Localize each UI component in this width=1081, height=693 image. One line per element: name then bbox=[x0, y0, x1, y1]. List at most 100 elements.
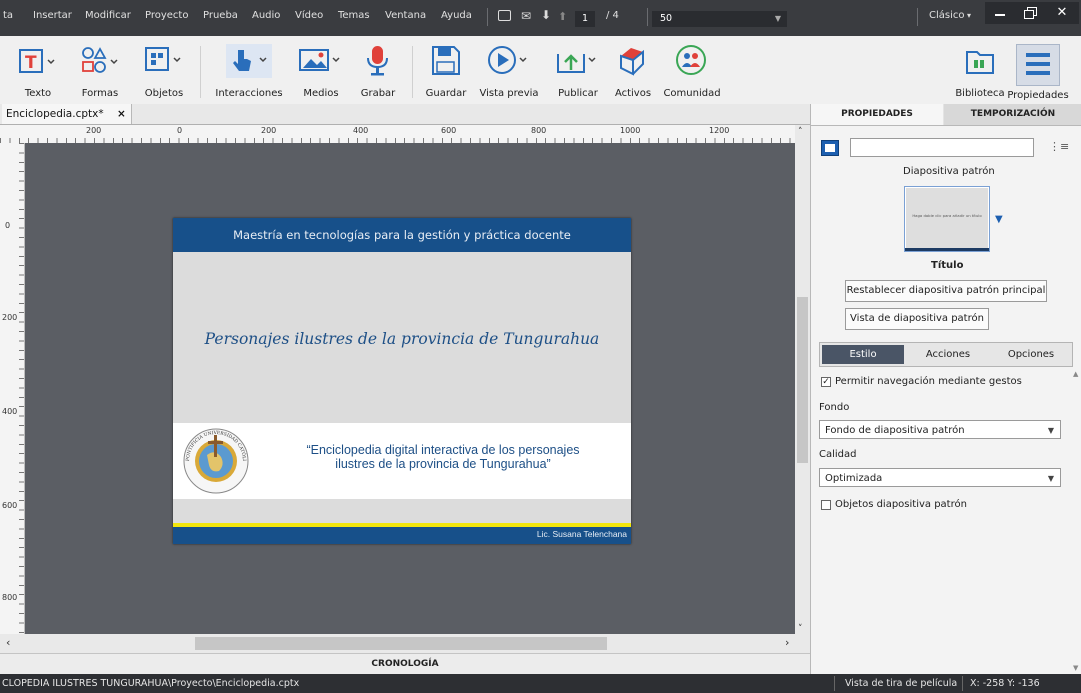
document-tab[interactable]: Enciclopedia.cptx* × bbox=[2, 104, 132, 124]
save-button[interactable]: Guardar bbox=[426, 44, 466, 99]
slide-color-swatch[interactable] bbox=[821, 140, 839, 156]
objects-button[interactable]: Objetos bbox=[144, 44, 184, 99]
slide-header[interactable]: Maestría en tecnologías para la gestión … bbox=[173, 218, 631, 252]
menu-insertar[interactable]: Insertar bbox=[33, 10, 72, 21]
quality-select[interactable]: Optimizada ▼ bbox=[819, 468, 1061, 487]
text-button[interactable]: T Texto bbox=[18, 44, 58, 99]
menu-separator bbox=[487, 8, 488, 26]
media-button[interactable]: Medios bbox=[298, 44, 344, 99]
publish-icon bbox=[557, 54, 596, 73]
menu-temas[interactable]: Temas bbox=[338, 10, 370, 21]
menu-proyecto[interactable]: Proyecto bbox=[145, 10, 188, 21]
status-bar: CLOPEDIA ILUSTRES TUNGURAHUA\Proyecto\En… bbox=[0, 674, 1081, 693]
close-button[interactable]: ✕ bbox=[1045, 2, 1079, 24]
timeline-toggle[interactable]: CRONOLOGÍA bbox=[0, 653, 810, 675]
main-toolbar: T Texto Formas Objetos Interacciones Med… bbox=[0, 36, 1081, 105]
ruler-label: 400 bbox=[353, 126, 369, 135]
zoom-value: 50 bbox=[660, 13, 673, 24]
reset-master-button[interactable]: Restablecer diapositiva patrón principal bbox=[845, 280, 1047, 302]
menu-audio[interactable]: Audio bbox=[252, 10, 280, 21]
assets-button[interactable]: Activos bbox=[615, 44, 651, 99]
scroll-left-icon[interactable]: ‹ bbox=[6, 636, 10, 649]
document-tab-name: Enciclopedia.cptx* bbox=[6, 108, 104, 120]
master-thumbnail[interactable]: Haga doble clic para añadir un título bbox=[904, 186, 990, 252]
scroll-up-icon[interactable]: ▲ bbox=[1073, 370, 1078, 378]
menu-video[interactable]: Vídeo bbox=[295, 10, 323, 21]
slide-footer: Lic. Susana Telenchana bbox=[173, 527, 631, 544]
scroll-up-icon[interactable]: ˄ bbox=[798, 127, 803, 137]
arrow-down-icon[interactable]: ⬇ bbox=[541, 8, 551, 22]
interactions-button[interactable]: Interacciones bbox=[215, 44, 283, 99]
file-path: CLOPEDIA ILUSTRES TUNGURAHUA\Proyecto\En… bbox=[2, 678, 300, 689]
ruler-label: 200 bbox=[86, 126, 102, 135]
zoom-select[interactable]: 50 ▼ bbox=[652, 11, 787, 27]
vertical-scroll-thumb[interactable] bbox=[797, 297, 808, 463]
slide-name-input[interactable] bbox=[850, 138, 1034, 157]
tab-style[interactable]: Estilo bbox=[822, 345, 904, 364]
status-separator bbox=[962, 676, 963, 691]
master-objects-checkbox[interactable] bbox=[821, 500, 831, 510]
menu-ventana[interactable]: Ventana bbox=[385, 10, 426, 21]
background-select[interactable]: Fondo de diapositiva patrón ▼ bbox=[819, 420, 1061, 439]
scroll-right-icon[interactable]: › bbox=[785, 636, 789, 649]
hand-pointer-icon bbox=[233, 50, 267, 71]
publish-button[interactable]: Publicar bbox=[555, 44, 601, 99]
mail-icon[interactable]: ✉ bbox=[521, 9, 531, 23]
chevron-down-icon[interactable]: ▾ bbox=[967, 11, 971, 20]
filmstrip-view-status[interactable]: Vista de tira de película bbox=[845, 674, 957, 693]
ruler-label: 0 bbox=[5, 221, 11, 230]
scroll-down-icon[interactable]: ▼ bbox=[1073, 664, 1078, 672]
tab-properties[interactable]: PROPIEDADES bbox=[811, 104, 943, 125]
close-icon[interactable]: × bbox=[117, 108, 126, 120]
chevron-down-icon: ▼ bbox=[774, 14, 781, 23]
menu-separator bbox=[917, 8, 918, 26]
properties-label: Propiedades bbox=[1007, 90, 1069, 101]
community-button[interactable]: Comunidad bbox=[663, 44, 721, 99]
background-label: Fondo bbox=[819, 402, 850, 413]
library-button[interactable]: Biblioteca bbox=[955, 44, 1005, 99]
slide-title[interactable]: Personajes ilustres de la provincia de T… bbox=[173, 330, 631, 348]
workspace-select[interactable]: Clásico bbox=[929, 10, 965, 21]
chevron-down-icon: ▼ bbox=[1047, 426, 1054, 435]
slide[interactable]: Maestría en tecnologías para la gestión … bbox=[173, 218, 631, 544]
cursor-coordinates: X: -258 Y: -136 bbox=[970, 678, 1040, 689]
horizontal-scroll-thumb[interactable] bbox=[195, 637, 607, 650]
ruler-label: 1200 bbox=[709, 126, 730, 135]
menu-bar: ta Insertar Modificar Proyecto Prueba Au… bbox=[0, 0, 1081, 36]
minimize-button[interactable] bbox=[985, 2, 1015, 24]
comment-icon[interactable] bbox=[498, 10, 511, 21]
tab-timing[interactable]: TEMPORIZACIÓN bbox=[944, 104, 1081, 125]
menu-archivo[interactable]: ta bbox=[3, 10, 13, 21]
master-objects-label: Objetos diapositiva patrón bbox=[835, 499, 967, 510]
preview-button[interactable]: Vista previa bbox=[479, 44, 539, 99]
tab-options[interactable]: Opciones bbox=[992, 345, 1070, 364]
menu-modificar[interactable]: Modificar bbox=[85, 10, 131, 21]
shapes-button[interactable]: Formas bbox=[80, 44, 120, 99]
slide-quote[interactable]: “Enciclopedia digital interactiva de los… bbox=[273, 443, 613, 471]
menu-prueba[interactable]: Prueba bbox=[203, 10, 238, 21]
play-icon bbox=[488, 46, 527, 74]
tab-actions[interactable]: Acciones bbox=[910, 345, 986, 364]
restore-button[interactable] bbox=[1015, 2, 1045, 24]
panel-tabs: PROPIEDADES TEMPORIZACIÓN bbox=[811, 104, 1081, 126]
ruler-label: 200 bbox=[261, 126, 277, 135]
chevron-down-icon[interactable]: ▼ bbox=[995, 214, 1003, 225]
master-thumbnail-text: Haga doble clic para añadir un título bbox=[912, 213, 982, 218]
properties-button[interactable]: Propiedades bbox=[1007, 44, 1069, 101]
record-button[interactable]: Grabar bbox=[360, 44, 396, 99]
current-slide-field[interactable]: 1 bbox=[575, 11, 595, 27]
restore-icon-back bbox=[1024, 10, 1034, 19]
record-label: Grabar bbox=[360, 88, 396, 99]
scroll-down-icon[interactable]: ˅ bbox=[798, 624, 803, 634]
gestures-checkbox[interactable]: ✓ bbox=[821, 377, 831, 387]
ruler-label: 1000 bbox=[620, 126, 641, 135]
horizontal-scrollbar[interactable]: ‹ › bbox=[0, 634, 810, 653]
arrow-up-icon[interactable]: ⬆ bbox=[558, 10, 567, 23]
master-view-button[interactable]: Vista de diapositiva patrón bbox=[845, 308, 989, 330]
slide-author[interactable]: Lic. Susana Telenchana bbox=[537, 529, 627, 539]
menu-ayuda[interactable]: Ayuda bbox=[441, 10, 472, 21]
vertical-scrollbar[interactable]: ˄ ˅ bbox=[795, 125, 810, 634]
community-label: Comunidad bbox=[663, 88, 721, 99]
quality-label: Calidad bbox=[819, 449, 857, 460]
options-menu-icon[interactable]: ⋮≡ bbox=[1049, 140, 1069, 153]
